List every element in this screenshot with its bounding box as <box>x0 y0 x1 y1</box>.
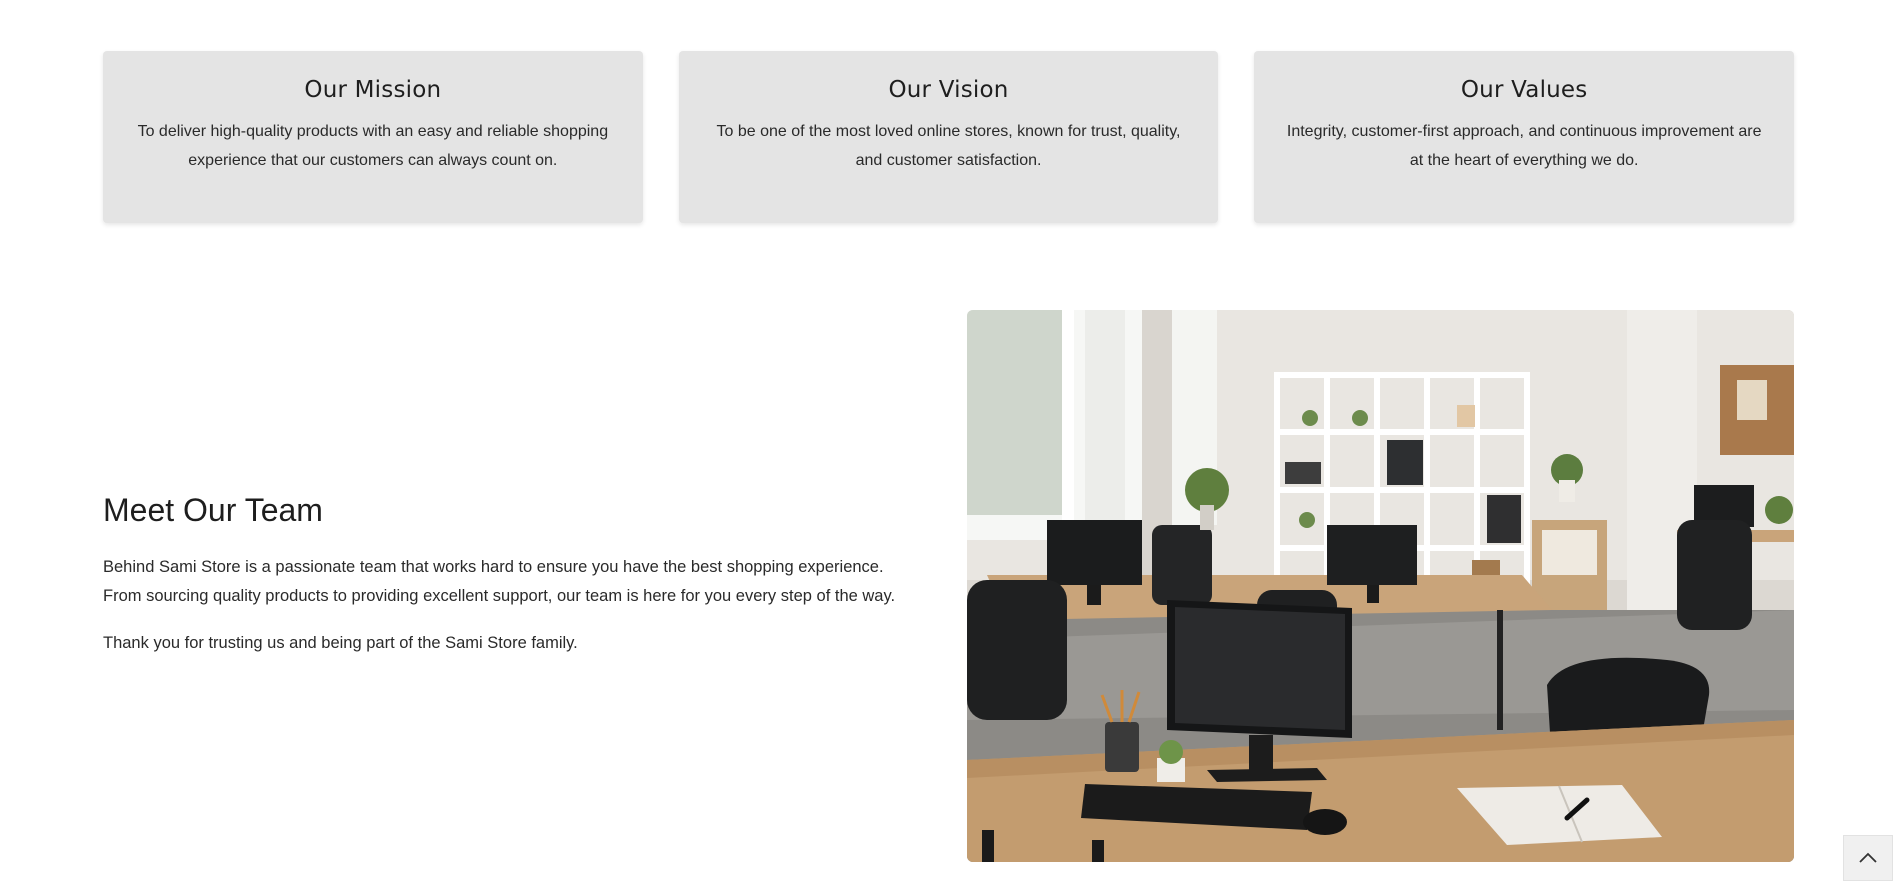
team-paragraph: Behind Sami Store is a passionate team t… <box>103 558 896 605</box>
card-title: Our Values <box>1460 77 1588 103</box>
info-cards: Our Mission To deliver high-quality prod… <box>103 51 1795 223</box>
office-photo <box>967 310 1794 862</box>
back-to-top-button[interactable] <box>1843 835 1893 881</box>
chevron-up-icon <box>1858 849 1878 868</box>
card-title: Our Vision <box>888 77 1009 103</box>
team-text-block: Meet Our Team Behind Sami Store is a pas… <box>103 492 903 676</box>
team-section: Meet Our Team Behind Sami Store is a pas… <box>103 310 1794 863</box>
card-text: To deliver high-quality products with an… <box>137 123 609 169</box>
card-text: Integrity, customer-first approach, and … <box>1286 123 1762 169</box>
mission-card: Our Mission To deliver high-quality prod… <box>103 51 643 223</box>
vision-card: Our Vision To be one of the most loved o… <box>678 51 1219 223</box>
card-title: Our Mission <box>304 77 442 103</box>
team-title: Meet Our Team <box>103 492 323 528</box>
card-text: To be one of the most loved online store… <box>716 123 1181 169</box>
about-page: Our Mission To deliver high-quality prod… <box>0 0 1893 881</box>
values-card: Our Values Integrity, customer-first app… <box>1254 51 1795 223</box>
team-paragraph: Thank you for trusting us and being part… <box>103 634 578 652</box>
